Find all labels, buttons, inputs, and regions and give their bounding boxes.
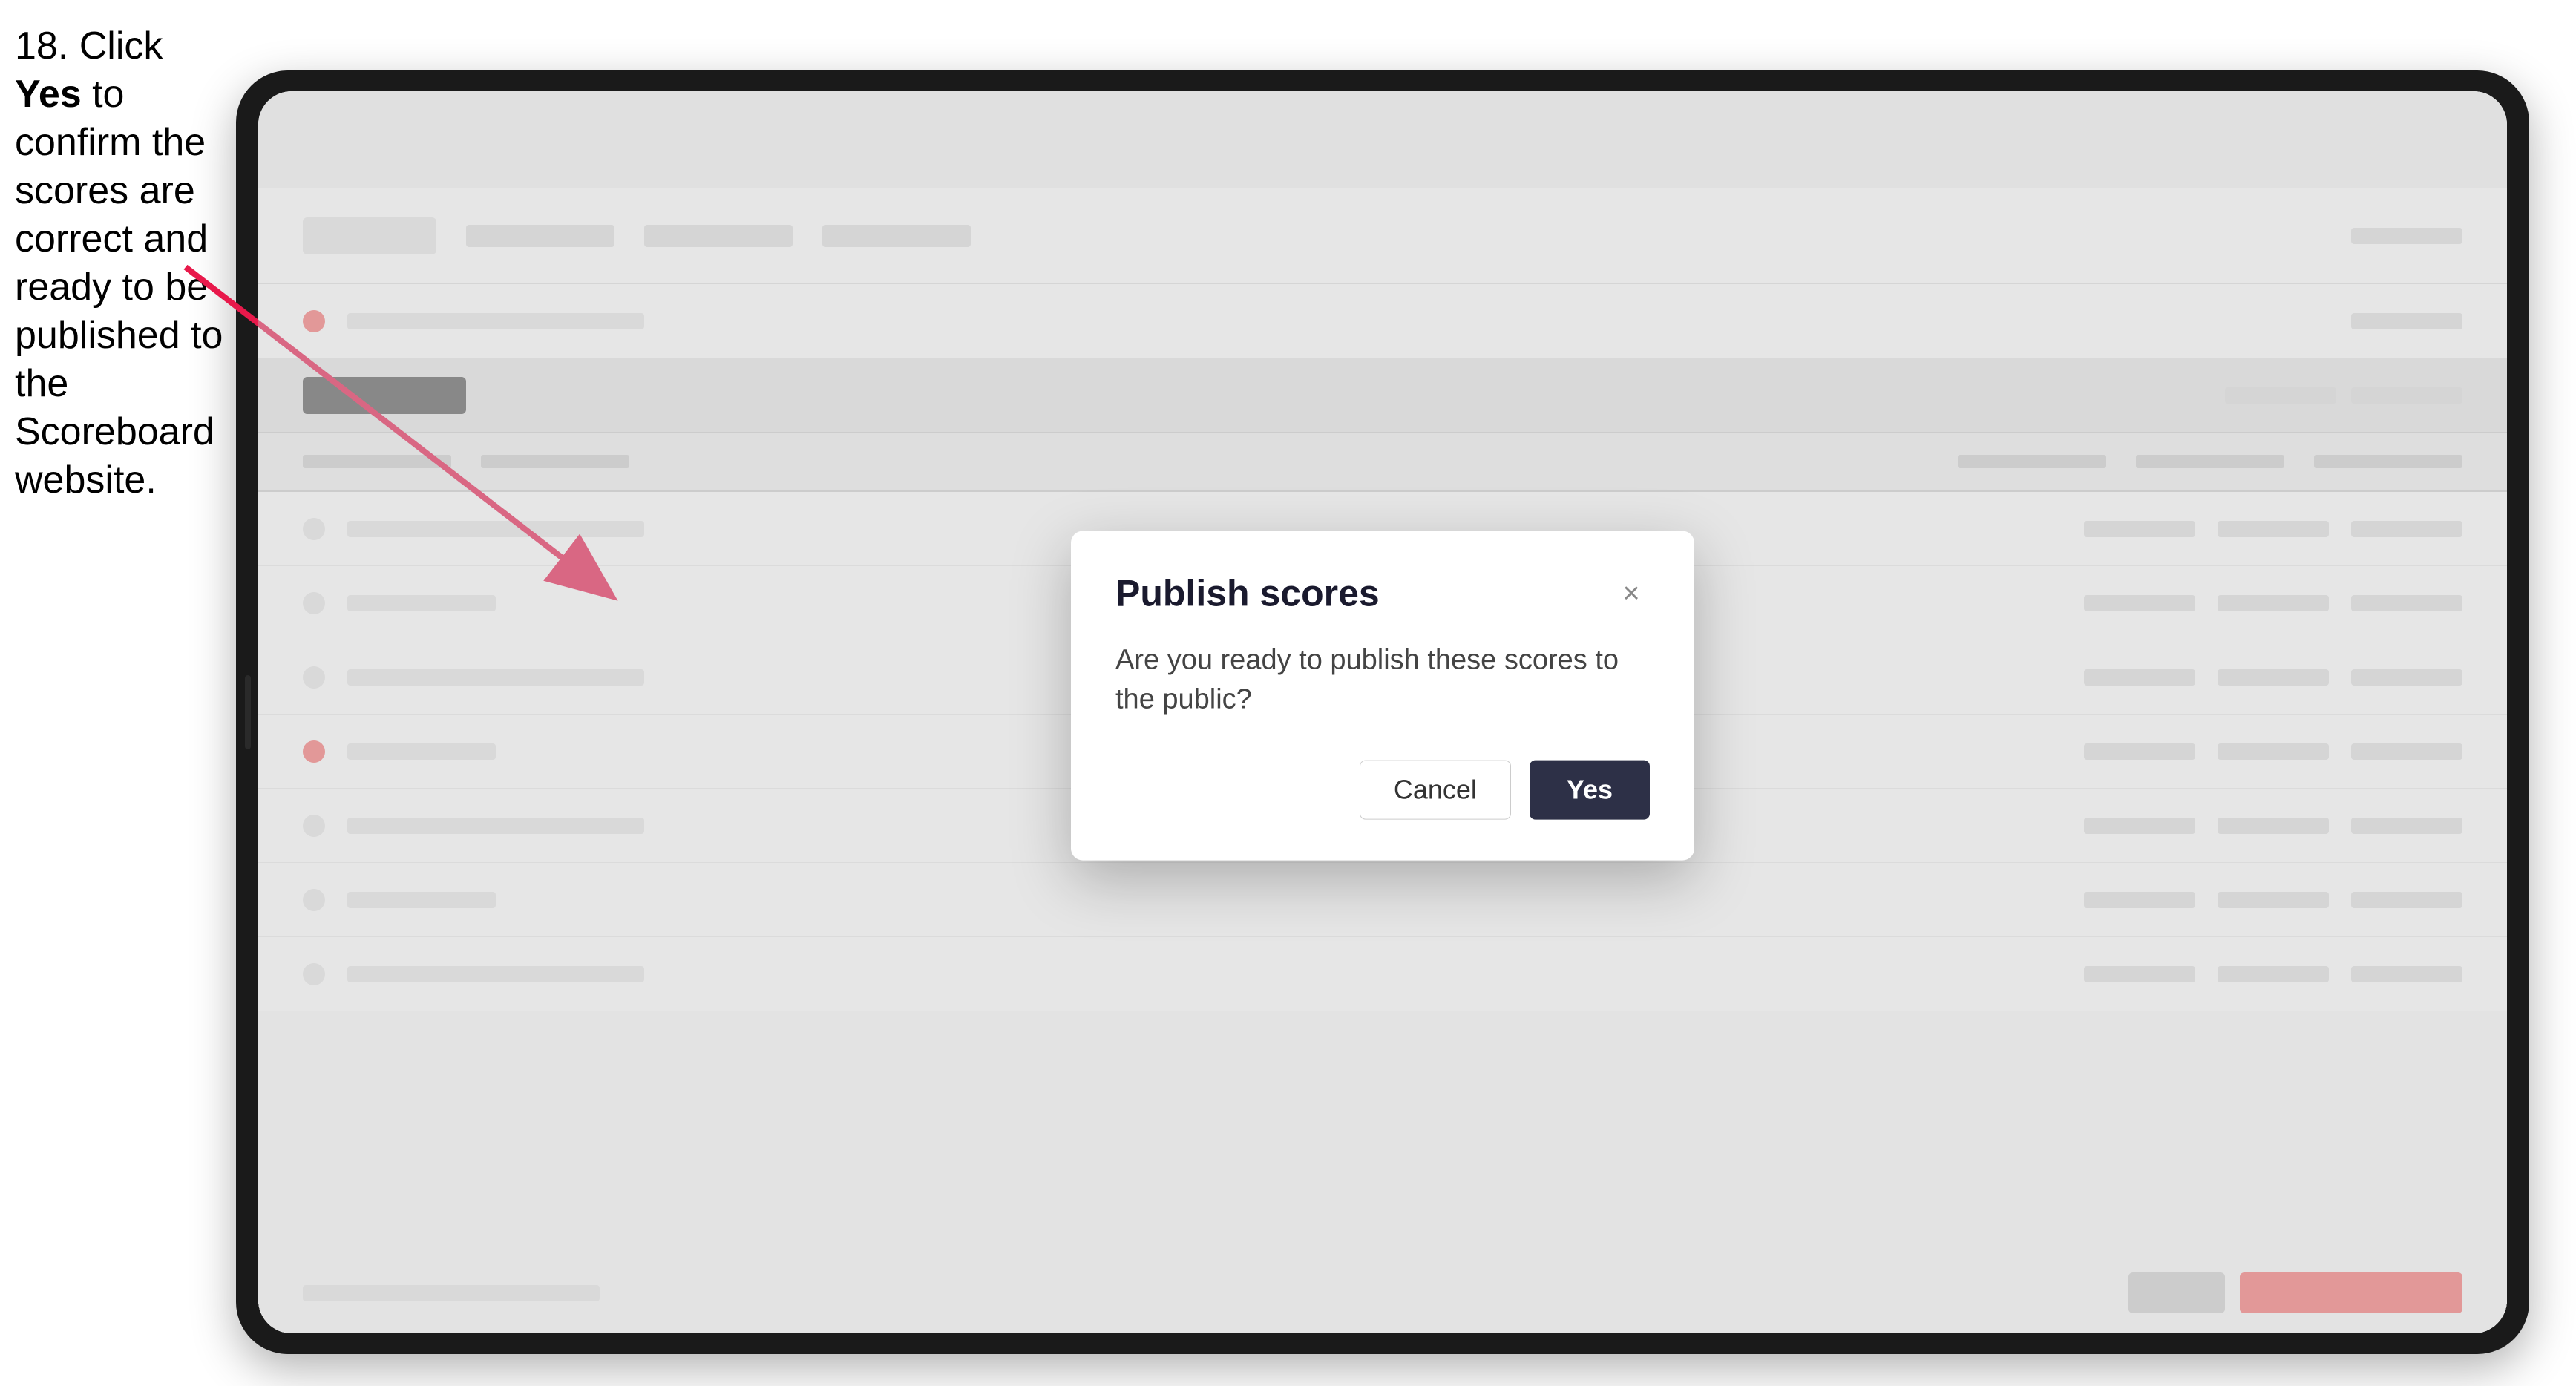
modal-close-button[interactable]: × [1613, 575, 1650, 612]
cancel-button[interactable]: Cancel [1360, 761, 1511, 820]
tablet-device: Publish scores × Are you ready to publis… [236, 70, 2529, 1354]
text-after: to confirm the scores are correct and re… [15, 73, 223, 502]
bold-yes: Yes [15, 73, 82, 116]
modal-footer: Cancel Yes [1115, 761, 1650, 820]
yes-button[interactable]: Yes [1530, 761, 1650, 820]
modal-title: Publish scores [1115, 572, 1380, 615]
step-number: 18. [15, 24, 68, 68]
tablet-screen: Publish scores × Are you ready to publis… [258, 91, 2507, 1333]
text-before-bold: Click [68, 24, 163, 68]
screen-content: Publish scores × Are you ready to publis… [258, 91, 2507, 1333]
modal-body-text: Are you ready to publish these scores to… [1115, 641, 1650, 720]
publish-scores-dialog: Publish scores × Are you ready to publis… [1071, 531, 1694, 861]
instruction-text: 18. Click Yes to confirm the scores are … [15, 22, 234, 505]
modal-header: Publish scores × [1115, 572, 1650, 615]
tablet-side-button [245, 675, 251, 749]
